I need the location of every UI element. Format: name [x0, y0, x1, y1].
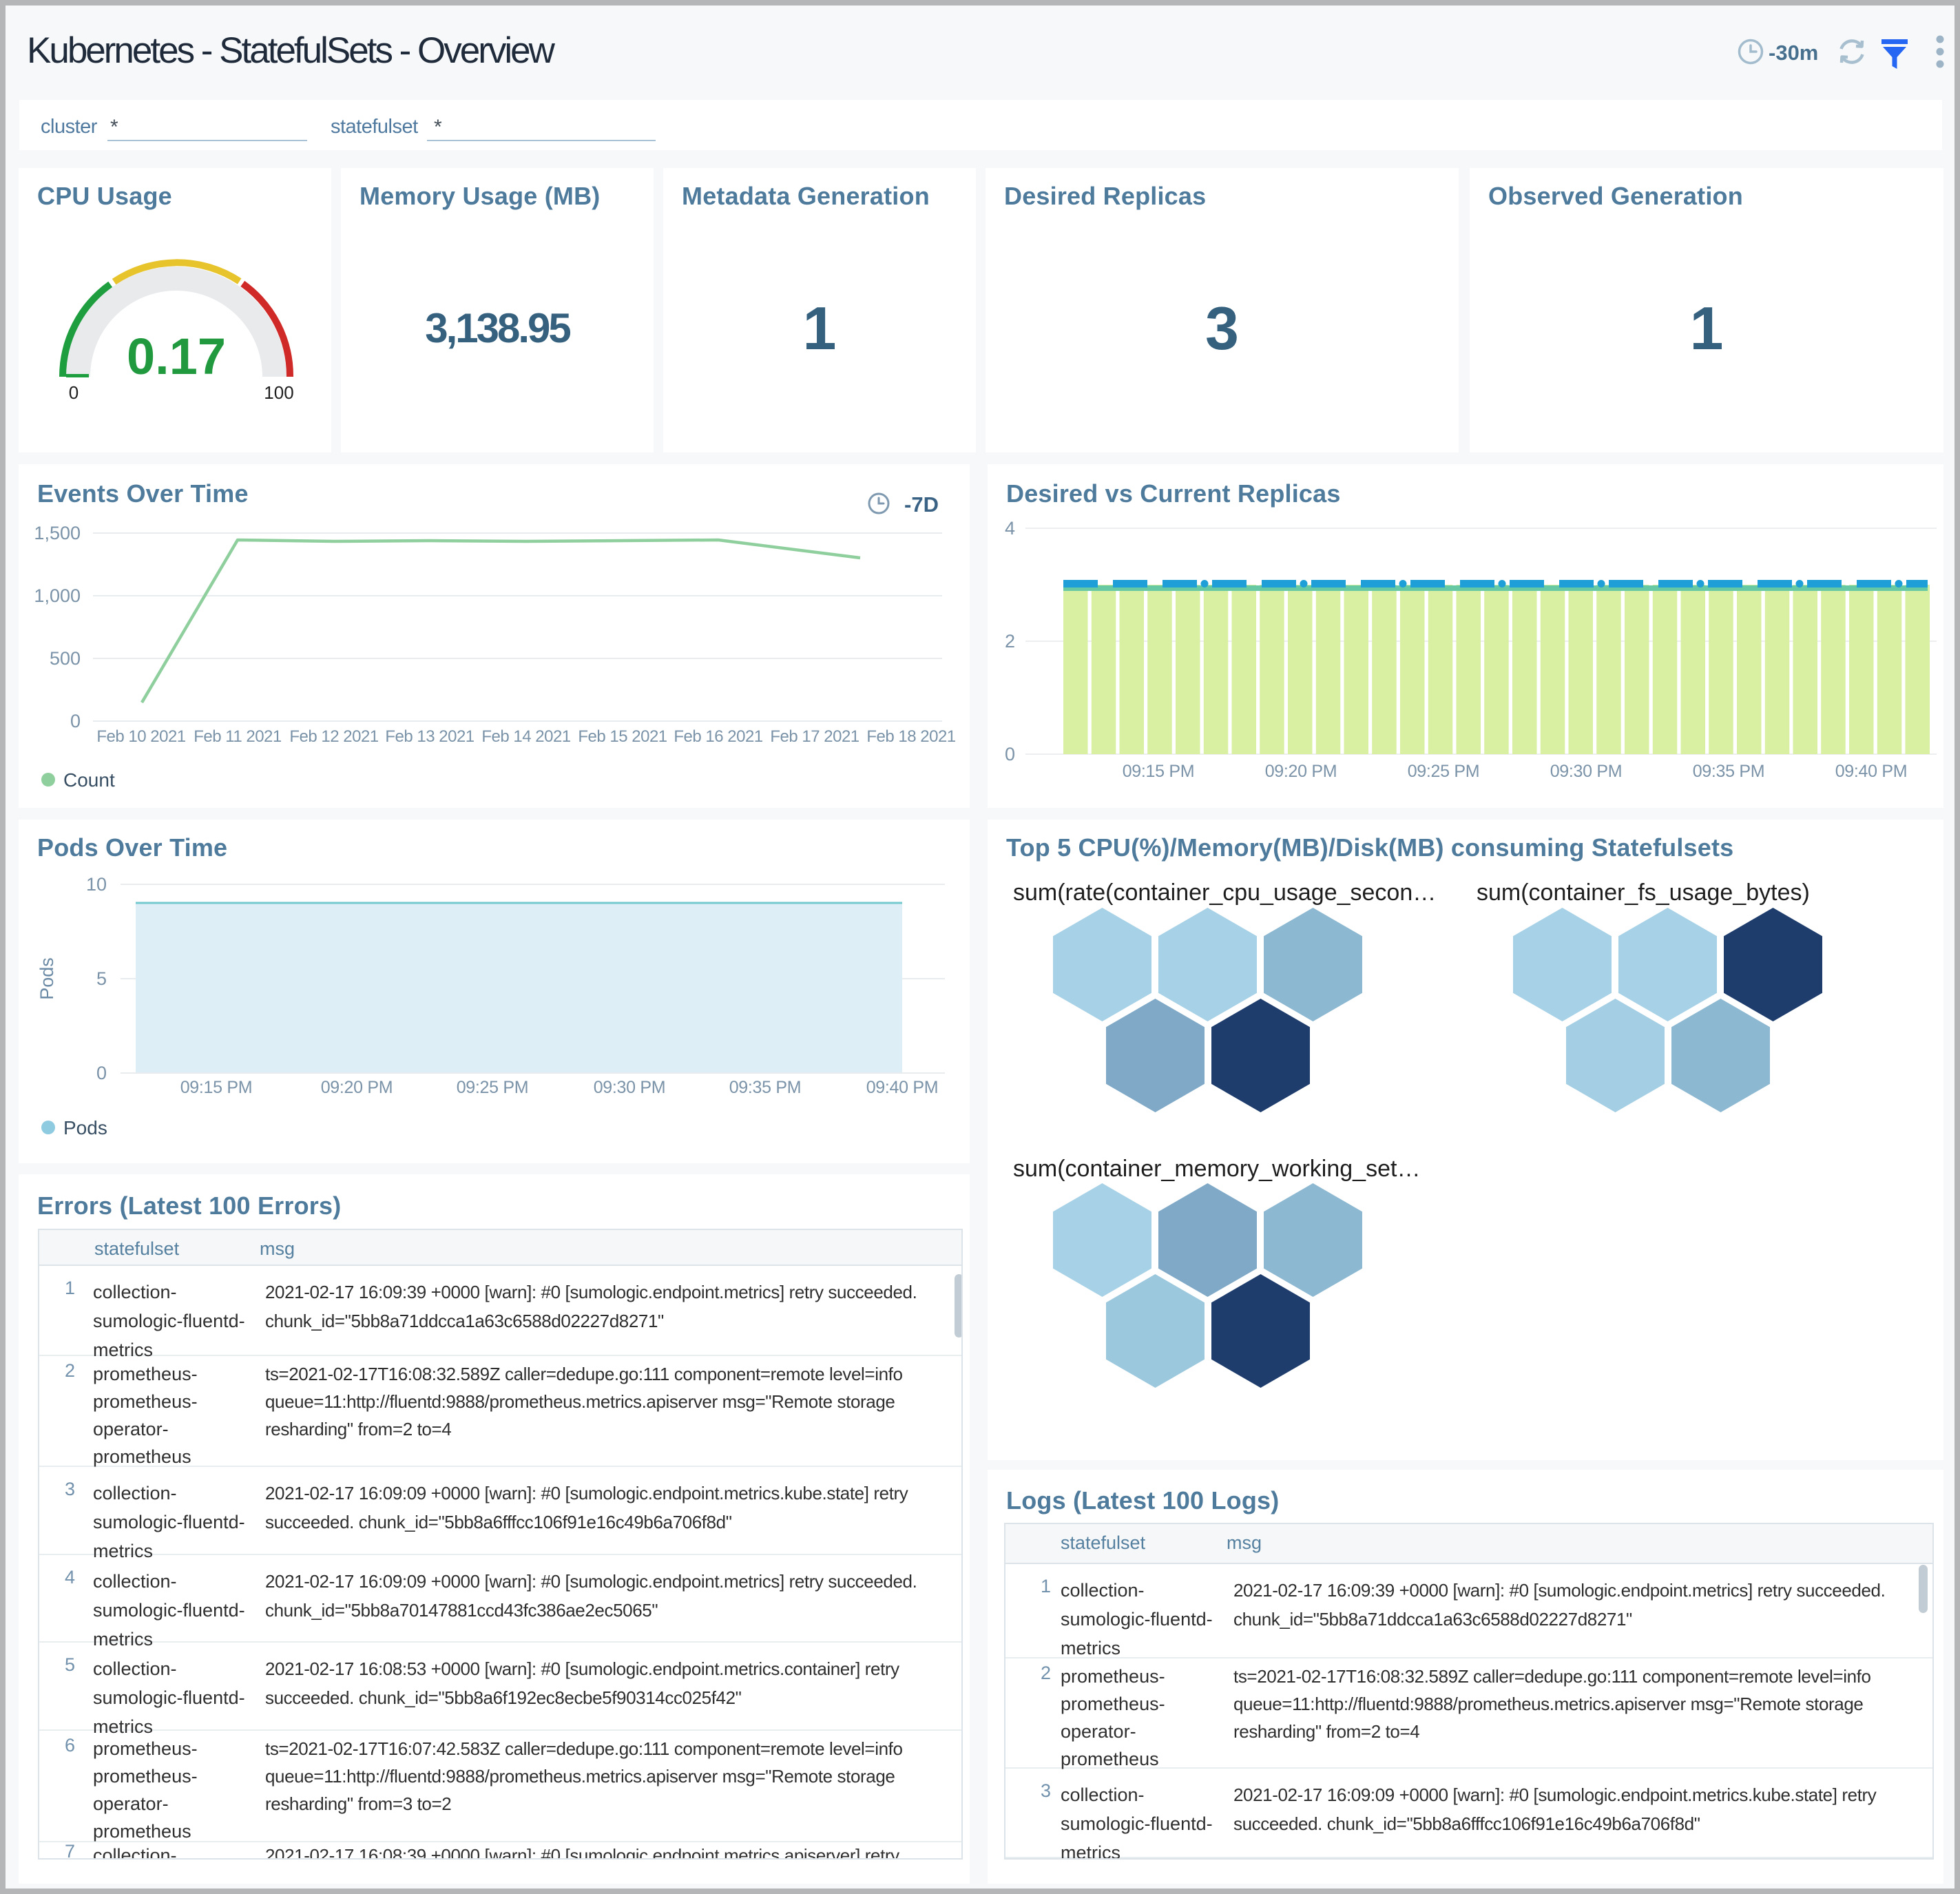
svg-text:09:30 PM: 09:30 PM: [1550, 762, 1623, 781]
svg-text:4: 4: [1005, 518, 1015, 539]
svg-text:0: 0: [70, 711, 81, 731]
svg-text:Feb 18 2021: Feb 18 2021: [866, 727, 955, 746]
svg-text:Feb 10 2021: Feb 10 2021: [96, 727, 185, 746]
svg-text:09:20 PM: 09:20 PM: [321, 1078, 393, 1097]
svg-text:1,000: 1,000: [34, 585, 81, 606]
svg-text:Feb 12 2021: Feb 12 2021: [289, 727, 378, 746]
svg-text:10: 10: [86, 874, 107, 895]
svg-text:Feb 11 2021: Feb 11 2021: [194, 727, 282, 746]
svg-text:Feb 16 2021: Feb 16 2021: [674, 727, 762, 746]
svg-text:Count: Count: [63, 769, 115, 791]
svg-text:5: 5: [96, 968, 107, 989]
svg-text:09:30 PM: 09:30 PM: [594, 1078, 666, 1097]
svg-text:09:15 PM: 09:15 PM: [1123, 762, 1195, 781]
svg-text:100: 100: [264, 382, 293, 401]
svg-text:09:35 PM: 09:35 PM: [1693, 762, 1765, 781]
svg-text:500: 500: [50, 648, 81, 669]
svg-text:0: 0: [96, 1063, 107, 1083]
svg-text:09:35 PM: 09:35 PM: [729, 1078, 802, 1097]
svg-text:Pods: Pods: [63, 1117, 107, 1138]
svg-text:2: 2: [1005, 631, 1015, 652]
svg-text:0: 0: [1005, 744, 1015, 764]
svg-text:09:20 PM: 09:20 PM: [1265, 762, 1337, 781]
svg-text:0: 0: [69, 382, 79, 401]
svg-text:-7D: -7D: [904, 492, 939, 517]
svg-text:Pods: Pods: [37, 957, 57, 1000]
svg-text:0.17: 0.17: [127, 328, 226, 385]
svg-text:Feb 14 2021: Feb 14 2021: [481, 727, 570, 746]
svg-text:09:40 PM: 09:40 PM: [1835, 762, 1908, 781]
svg-text:-30m: -30m: [1769, 41, 1818, 65]
svg-text:Feb 13 2021: Feb 13 2021: [385, 727, 474, 746]
svg-text:1,500: 1,500: [34, 523, 81, 543]
svg-text:Feb 17 2021: Feb 17 2021: [770, 727, 859, 746]
svg-text:09:25 PM: 09:25 PM: [457, 1078, 529, 1097]
svg-text:09:15 PM: 09:15 PM: [180, 1078, 253, 1097]
svg-text:09:25 PM: 09:25 PM: [1408, 762, 1480, 781]
svg-text:09:40 PM: 09:40 PM: [866, 1078, 939, 1097]
svg-text:Feb 15 2021: Feb 15 2021: [578, 727, 667, 746]
